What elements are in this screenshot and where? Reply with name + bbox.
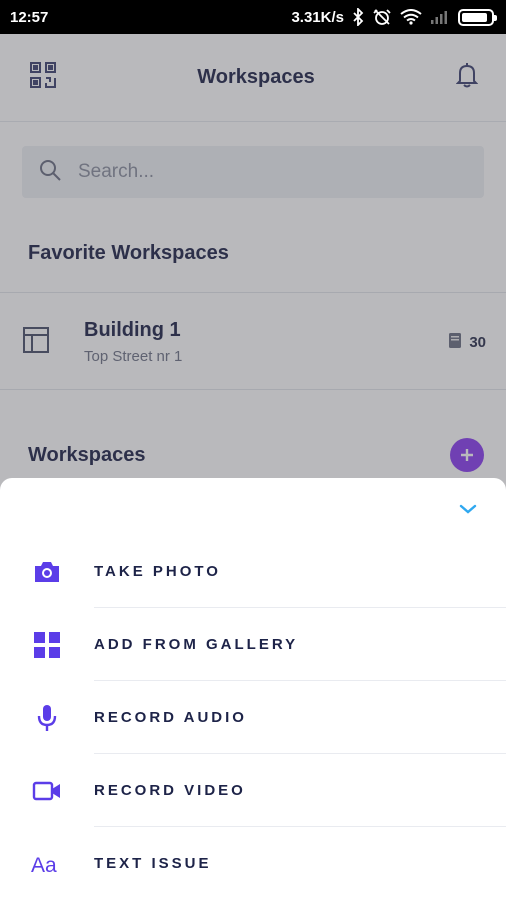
- status-bar: 12:57 3.31K/s: [0, 0, 506, 34]
- record-video-option[interactable]: RECORD VIDEO: [0, 754, 506, 827]
- text-icon: Aa: [0, 853, 94, 875]
- option-label: RECORD VIDEO: [94, 782, 246, 799]
- text-issue-option[interactable]: Aa TEXT ISSUE: [0, 827, 506, 900]
- option-label: TEXT ISSUE: [94, 855, 212, 872]
- microphone-icon: [0, 704, 94, 732]
- network-speed: 3.31K/s: [291, 8, 344, 26]
- signal-icon: [430, 10, 450, 24]
- add-from-gallery-option[interactable]: ADD FROM GALLERY: [0, 608, 506, 681]
- svg-text:Aa: Aa: [31, 854, 57, 875]
- status-time: 12:57: [10, 8, 49, 26]
- grid-icon: [0, 631, 94, 658]
- status-icons: 3.31K/s: [291, 8, 497, 26]
- bluetooth-icon: [352, 8, 364, 26]
- alarm-off-icon: [372, 8, 392, 26]
- battery-icon: [458, 8, 497, 26]
- bottom-sheet: TAKE PHOTO ADD FROM GALLERY RECORD AUDIO…: [0, 478, 506, 900]
- take-photo-option[interactable]: TAKE PHOTO: [0, 535, 506, 608]
- chevron-down-icon[interactable]: [458, 502, 478, 521]
- record-audio-option[interactable]: RECORD AUDIO: [0, 681, 506, 754]
- option-label: RECORD AUDIO: [94, 709, 247, 726]
- wifi-icon: [400, 9, 422, 25]
- option-label: TAKE PHOTO: [94, 563, 221, 580]
- option-label: ADD FROM GALLERY: [94, 636, 299, 653]
- video-camera-icon: [0, 781, 94, 801]
- camera-icon: [0, 560, 94, 584]
